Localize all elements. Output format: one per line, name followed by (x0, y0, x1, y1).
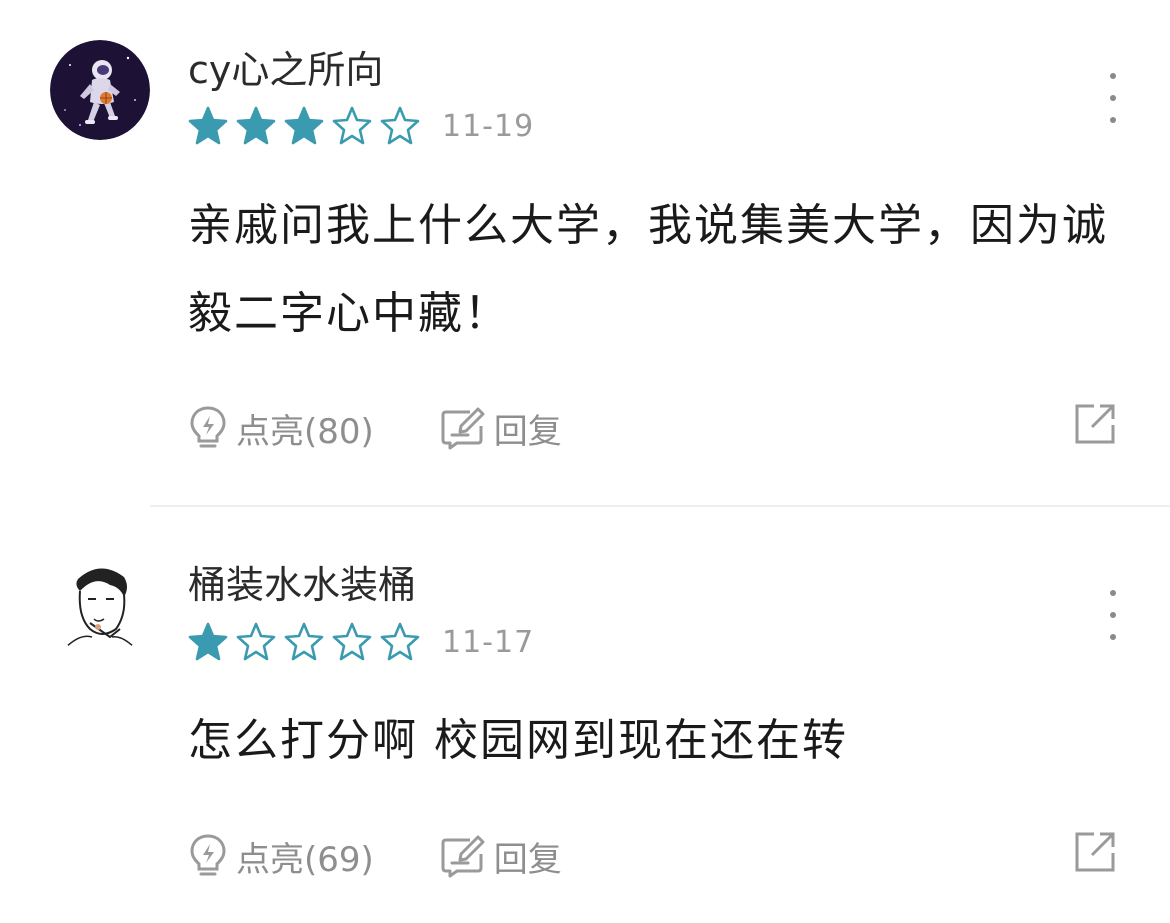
reply-button[interactable]: 回复 (440, 832, 562, 881)
comment-date: 11-17 (442, 624, 535, 660)
share-icon (1075, 404, 1115, 444)
comment-text: 怎么打分啊 校园网到现在还在转 (188, 715, 848, 766)
like-button[interactable]: 点亮(80) (188, 404, 374, 453)
rating-row: 11-17 (188, 620, 534, 664)
edit-reply-icon (441, 407, 485, 450)
comment-actions: 点亮(69) 回复 (188, 830, 562, 882)
like-count-label: 点亮(80) (236, 411, 374, 452)
comment-list: cy心之所向 11-19 亲戚问我上什么大学，我说集美大学，因为诚毅二字心中藏！… (0, 0, 1170, 923)
edit-reply-icon (441, 835, 485, 878)
comment-date: 11-19 (442, 108, 535, 144)
reply-label: 回复 (493, 839, 562, 880)
star-outline-icon (332, 106, 372, 145)
avatar[interactable] (50, 40, 150, 140)
reply-label: 回复 (493, 411, 562, 452)
star-filled-icon (188, 106, 228, 145)
star-filled-icon (284, 106, 324, 145)
sketch-face-avatar-image (50, 557, 150, 657)
astronaut-avatar-image (50, 40, 150, 140)
like-count-label: 点亮(69) (236, 839, 374, 880)
more-options-button[interactable] (1098, 590, 1128, 640)
star-rating (188, 106, 420, 146)
comment-item: 桶装水水装桶 11-17 怎么打分啊 校园网到现在还在转 点亮(69) 回复 (0, 507, 1170, 923)
more-vertical-icon (1110, 73, 1116, 79)
username[interactable]: 桶装水水装桶 (188, 561, 416, 609)
rating-row: 11-19 (188, 104, 534, 148)
star-outline-icon (236, 622, 276, 661)
share-button[interactable] (1074, 831, 1116, 873)
more-vertical-icon (1110, 590, 1116, 596)
comment-item: cy心之所向 11-19 亲戚问我上什么大学，我说集美大学，因为诚毅二字心中藏！… (0, 0, 1170, 505)
star-outline-icon (332, 622, 372, 661)
star-outline-icon (380, 106, 420, 145)
like-button[interactable]: 点亮(69) (188, 832, 374, 881)
comment-actions: 点亮(80) 回复 (188, 402, 562, 454)
reply-button[interactable]: 回复 (440, 404, 562, 453)
lightbulb-icon (190, 834, 226, 876)
star-outline-icon (380, 622, 420, 661)
star-filled-icon (236, 106, 276, 145)
more-options-button[interactable] (1098, 73, 1128, 123)
star-rating (188, 622, 420, 662)
username[interactable]: cy心之所向 (188, 46, 383, 94)
star-filled-icon (188, 622, 228, 661)
lightbulb-icon (190, 406, 226, 448)
share-icon (1075, 832, 1115, 872)
avatar[interactable] (50, 557, 150, 657)
comment-text: 亲戚问我上什么大学，我说集美大学，因为诚毅二字心中藏！ (188, 200, 1108, 339)
star-outline-icon (284, 622, 324, 661)
share-button[interactable] (1074, 403, 1116, 445)
